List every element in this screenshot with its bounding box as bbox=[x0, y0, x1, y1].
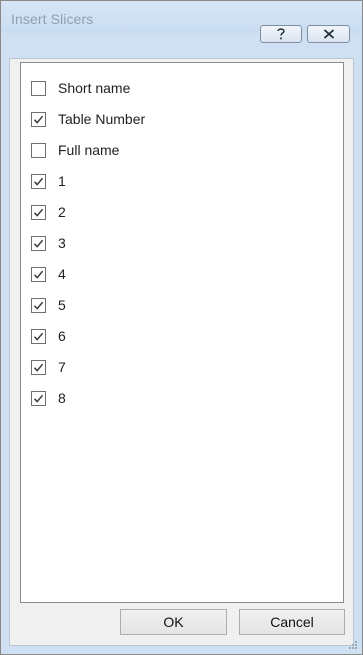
checkmark-icon bbox=[33, 177, 44, 186]
cancel-button[interactable]: Cancel bbox=[239, 609, 345, 635]
field-checkbox[interactable] bbox=[31, 297, 46, 313]
resize-grip-icon[interactable] bbox=[348, 640, 358, 650]
field-checkbox[interactable] bbox=[31, 142, 46, 158]
field-checkbox[interactable] bbox=[31, 359, 46, 375]
field-label: 3 bbox=[58, 235, 66, 251]
field-checkbox[interactable] bbox=[31, 111, 46, 127]
field-item[interactable]: 6 bbox=[31, 326, 66, 346]
title-bar[interactable]: Insert Slicers bbox=[1, 1, 362, 43]
field-checkbox[interactable] bbox=[31, 204, 46, 220]
field-item[interactable]: Full name bbox=[31, 140, 119, 160]
checkmark-icon bbox=[33, 332, 44, 341]
field-label: Table Number bbox=[58, 111, 146, 127]
field-checkbox[interactable] bbox=[31, 328, 46, 344]
field-label: 8 bbox=[58, 390, 66, 406]
checkmark-icon bbox=[33, 239, 44, 248]
field-label: Full name bbox=[58, 142, 120, 158]
checkmark-icon bbox=[33, 394, 44, 403]
help-question-icon bbox=[277, 28, 285, 40]
field-checkbox[interactable] bbox=[31, 235, 46, 251]
insert-slicers-dialog: Insert Slicers Short name Table Number Ful… bbox=[0, 0, 363, 655]
checkmark-icon bbox=[33, 363, 44, 372]
field-label: Short name bbox=[58, 80, 131, 96]
checkmark-icon bbox=[33, 270, 44, 279]
field-checkbox[interactable] bbox=[31, 80, 46, 96]
field-label: 5 bbox=[58, 297, 66, 313]
checkmark-icon bbox=[33, 301, 44, 310]
field-item[interactable]: 7 bbox=[31, 357, 66, 377]
field-item[interactable]: 8 bbox=[31, 388, 66, 408]
field-item[interactable]: 3 bbox=[31, 233, 66, 253]
field-item[interactable]: Table Number bbox=[31, 109, 145, 129]
help-button[interactable] bbox=[260, 25, 302, 43]
field-item[interactable]: 4 bbox=[31, 264, 66, 284]
field-checkbox[interactable] bbox=[31, 266, 46, 282]
field-checkbox[interactable] bbox=[31, 173, 46, 189]
field-label: 4 bbox=[58, 266, 66, 282]
checkmark-icon bbox=[33, 208, 44, 217]
dialog-title: Insert Slicers bbox=[11, 11, 94, 27]
field-item[interactable]: 1 bbox=[31, 171, 66, 191]
ok-button[interactable]: OK bbox=[120, 609, 227, 635]
field-label: 2 bbox=[58, 204, 66, 220]
field-item[interactable]: Short name bbox=[31, 78, 130, 98]
field-item[interactable]: 5 bbox=[31, 295, 66, 315]
field-label: 7 bbox=[58, 359, 66, 375]
field-label: 1 bbox=[58, 173, 66, 189]
close-x-icon bbox=[323, 29, 334, 39]
field-item[interactable]: 2 bbox=[31, 202, 66, 222]
field-label: 6 bbox=[58, 328, 66, 344]
field-checkbox[interactable] bbox=[31, 390, 46, 406]
field-list[interactable]: Short name Table Number Full name 1 2 3 4 5 6 7 8 bbox=[20, 62, 344, 603]
checkmark-icon bbox=[33, 115, 44, 124]
close-button[interactable] bbox=[307, 25, 350, 43]
